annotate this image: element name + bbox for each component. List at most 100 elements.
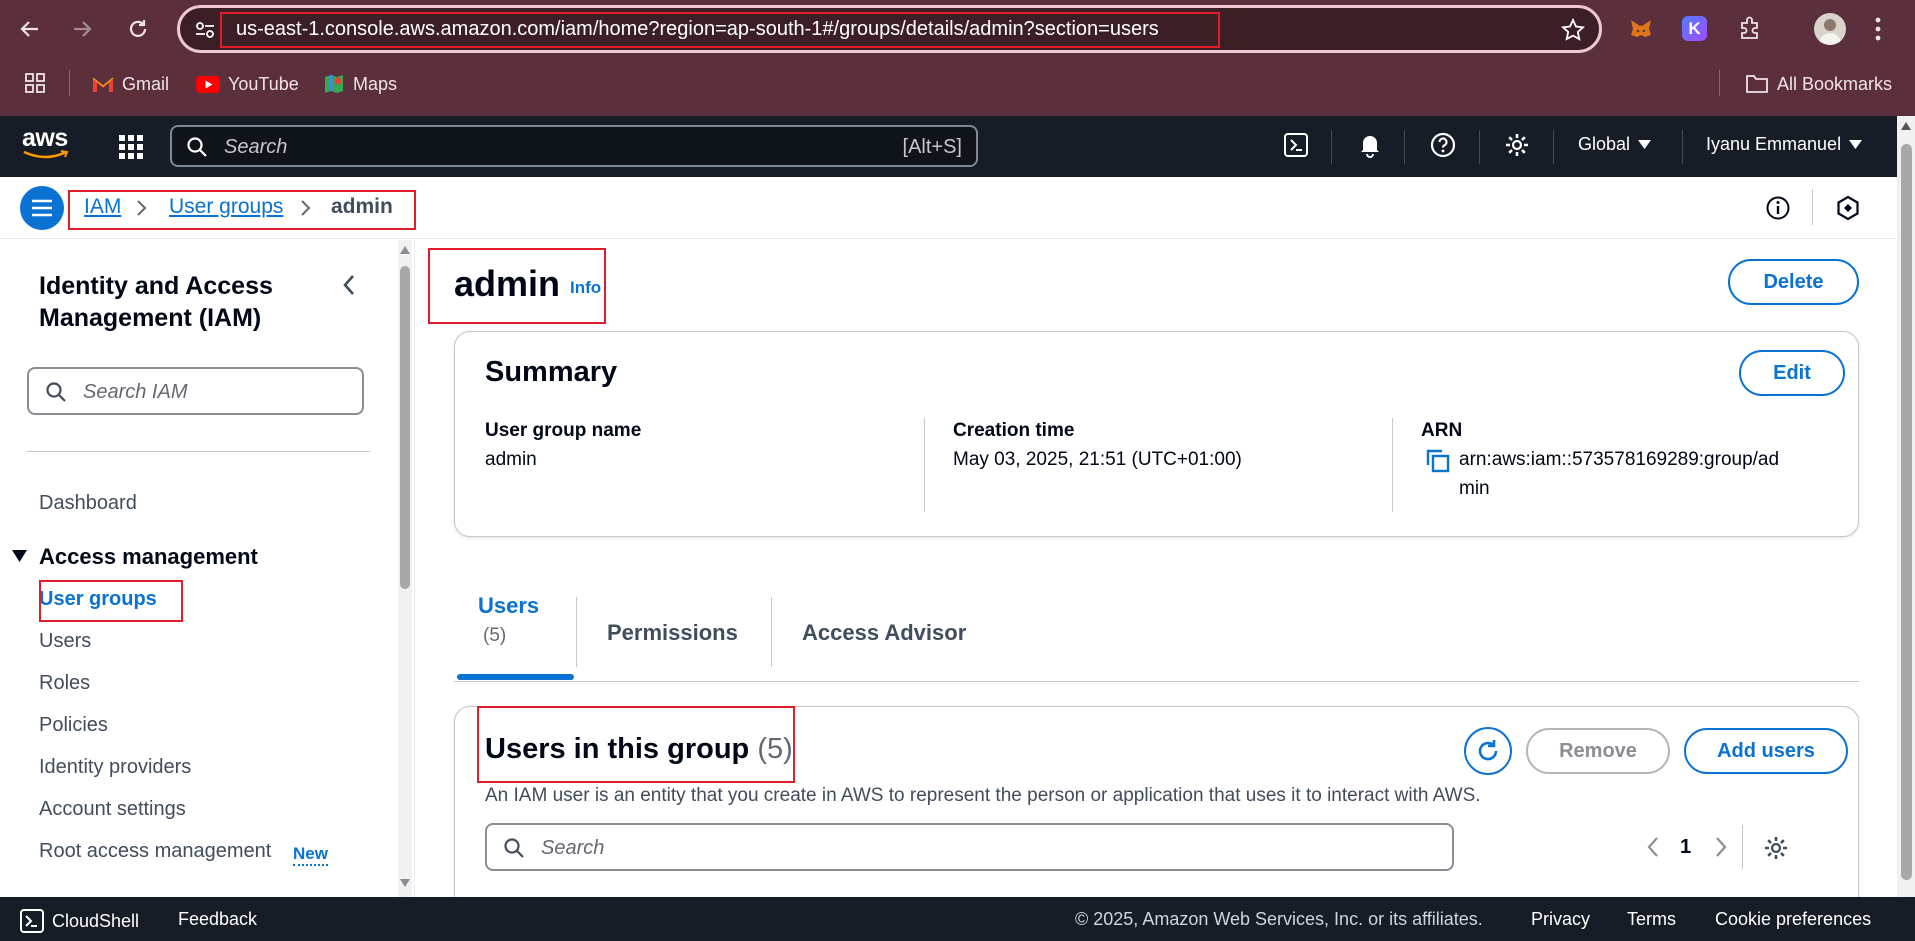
arn-label: ARN <box>1421 420 1463 441</box>
aws-footer: CloudShell Feedback © 2025, Amazon Web S… <box>0 897 1915 941</box>
users-heading-highlight-box <box>477 706 795 783</box>
caret-down-icon <box>1849 140 1863 149</box>
feedback-link[interactable]: Feedback <box>178 909 257 930</box>
aws-top-nav: aws Search [Alt+S] Global Iyanu Emmanuel <box>0 116 1897 177</box>
forward-icon[interactable] <box>64 11 100 47</box>
privacy-link[interactable]: Privacy <box>1531 909 1590 930</box>
caret-down-icon[interactable] <box>12 550 27 562</box>
extensions-puzzle-icon[interactable] <box>1737 15 1763 41</box>
user-groups-highlight-box <box>39 580 183 622</box>
youtube-icon <box>196 75 220 93</box>
k-extension-icon[interactable]: K <box>1682 16 1707 41</box>
tab-permissions[interactable]: Permissions <box>607 620 738 646</box>
browser-menu-icon[interactable] <box>1874 16 1882 42</box>
info-circle-icon[interactable] <box>1765 195 1791 221</box>
sidebar-item-account-settings[interactable]: Account settings <box>39 798 186 821</box>
refresh-button[interactable] <box>1464 727 1512 775</box>
users-panel-description: An IAM user is an entity that you create… <box>485 785 1481 806</box>
breadcrumb-highlight-box <box>68 190 416 230</box>
bookmark-youtube[interactable]: YouTube <box>196 72 299 96</box>
add-users-button[interactable]: Add users <box>1684 728 1848 774</box>
edit-button[interactable]: Edit <box>1739 350 1845 396</box>
bookmark-gmail[interactable]: Gmail <box>92 72 169 96</box>
sidebar-item-policies[interactable]: Policies <box>39 714 108 737</box>
group-name-value: admin <box>485 449 537 470</box>
sidebar-item-roles[interactable]: Roles <box>39 672 90 695</box>
active-tab-indicator <box>457 674 574 680</box>
prev-page-icon[interactable] <box>1647 836 1659 858</box>
search-shortcut: [Alt+S] <box>902 136 962 158</box>
sidebar-title: Identity and Access Management (IAM) <box>39 272 273 332</box>
sidebar-item-root-access-management[interactable]: Root access management <box>39 840 271 863</box>
settings-gear-icon[interactable] <box>1504 132 1530 158</box>
remove-button[interactable]: Remove <box>1526 728 1670 774</box>
hamburger-menu-icon[interactable] <box>20 186 64 230</box>
cookie-preferences-link[interactable]: Cookie preferences <box>1715 909 1871 930</box>
url-highlight-box <box>220 12 1220 48</box>
notifications-bell-icon[interactable] <box>1357 132 1383 158</box>
search-icon <box>45 381 67 403</box>
new-badge: New <box>293 844 328 866</box>
region-selector[interactable]: Global <box>1578 134 1652 155</box>
cloudshell-icon[interactable] <box>1283 132 1309 158</box>
creation-time-label: Creation time <box>953 420 1075 441</box>
next-page-icon[interactable] <box>1715 836 1727 858</box>
sidebar-search-input[interactable]: Search IAM <box>27 367 364 415</box>
page-scroll-thumb[interactable] <box>1901 144 1912 880</box>
caret-down-icon <box>1638 140 1652 149</box>
scroll-up-icon[interactable] <box>1900 121 1912 131</box>
table-settings-gear-icon[interactable] <box>1763 835 1789 861</box>
sidebar-item-users[interactable]: Users <box>39 630 91 653</box>
metamask-extension-icon[interactable] <box>1628 16 1654 42</box>
arn-value-line1: arn:aws:iam::573578169289:group/ad <box>1459 449 1780 470</box>
reload-icon[interactable] <box>120 11 156 47</box>
group-name-label: User group name <box>485 420 642 441</box>
feedback-hexagon-icon[interactable] <box>1835 195 1861 221</box>
collapse-sidebar-icon[interactable] <box>342 274 356 296</box>
users-search-input[interactable]: Search <box>485 823 1454 871</box>
main-content: admin Info Delete Summary Edit User grou… <box>418 240 1897 906</box>
bookmark-maps[interactable]: Maps <box>323 72 397 96</box>
current-page[interactable]: 1 <box>1680 836 1691 859</box>
summary-card: Summary Edit User group name admin Creat… <box>454 331 1859 537</box>
apps-grid-icon[interactable] <box>24 72 46 94</box>
search-placeholder: Search <box>224 136 288 158</box>
sidebar-scroll-thumb[interactable] <box>400 266 410 589</box>
help-icon[interactable] <box>1430 132 1456 158</box>
account-menu[interactable]: Iyanu Emmanuel <box>1706 134 1863 155</box>
sidebar-section-access-management[interactable]: Access management <box>39 544 258 570</box>
sidebar-item-dashboard[interactable]: Dashboard <box>39 492 137 515</box>
bookmark-star-icon[interactable] <box>1561 18 1585 42</box>
aws-logo[interactable]: aws <box>22 126 70 160</box>
summary-heading: Summary <box>485 356 618 388</box>
copy-icon[interactable] <box>1426 449 1450 473</box>
address-bar[interactable]: us-east-1.console.aws.amazon.com/iam/hom… <box>177 5 1602 53</box>
title-highlight-box <box>428 248 606 324</box>
scroll-up-icon[interactable] <box>399 245 411 255</box>
cloudshell-icon <box>20 909 44 933</box>
copyright-text: © 2025, Amazon Web Services, Inc. or its… <box>1075 909 1483 929</box>
services-grid-icon[interactable] <box>118 134 144 160</box>
creation-time-value: May 03, 2025, 21:51 (UTC+01:00) <box>953 449 1242 470</box>
maps-icon <box>323 73 345 95</box>
scroll-down-icon[interactable] <box>399 878 411 888</box>
tab-access-advisor[interactable]: Access Advisor <box>802 620 966 646</box>
delete-button[interactable]: Delete <box>1728 259 1859 305</box>
refresh-icon <box>1475 738 1501 764</box>
folder-icon <box>1745 74 1769 94</box>
terms-link[interactable]: Terms <box>1627 909 1676 930</box>
search-icon <box>503 837 525 859</box>
arn-value-line2: min <box>1459 478 1490 499</box>
search-icon <box>186 136 208 158</box>
tabs-divider <box>454 681 1859 682</box>
all-bookmarks[interactable]: All Bookmarks <box>1745 72 1892 96</box>
profile-avatar[interactable] <box>1814 13 1846 45</box>
breadcrumb-bar: IAM User groups admin <box>0 177 1897 239</box>
sidebar-item-identity-providers[interactable]: Identity providers <box>39 756 191 779</box>
iam-sidebar: Identity and Access Management (IAM) Sea… <box>0 240 415 897</box>
tab-users[interactable]: Users (5) <box>456 589 574 673</box>
cloudshell-link[interactable]: CloudShell <box>20 909 139 933</box>
site-info-icon[interactable] <box>194 19 216 41</box>
back-icon[interactable] <box>12 11 48 47</box>
aws-search-input[interactable]: Search [Alt+S] <box>170 125 978 167</box>
